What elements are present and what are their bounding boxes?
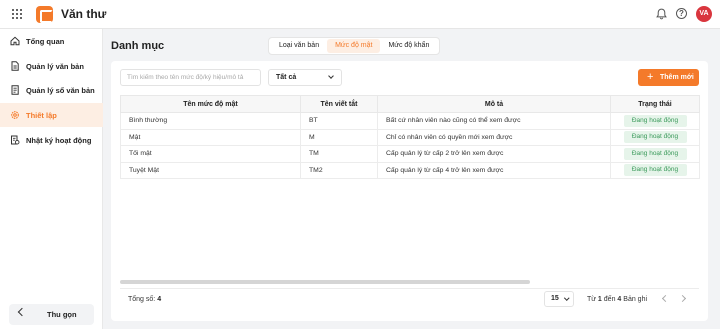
sidebar-item-quan-ly-van-ban[interactable]: Quản lý văn bản — [0, 54, 103, 78]
horizontal-scrollbar[interactable] — [120, 280, 530, 284]
cell-description: Chỉ có nhân viên có quyền mới xem được — [377, 128, 611, 146]
tab-muc-do-khan[interactable]: Mức độ khẩn — [380, 39, 437, 53]
cell-abbrev: TM2 — [300, 161, 378, 179]
sidebar-item-label: Thiết lập — [26, 110, 57, 120]
cell-description: Bất cứ nhân viên nào cũng có thể xem đượ… — [377, 112, 611, 130]
divider — [120, 288, 699, 289]
search-input[interactable] — [120, 69, 261, 86]
sidebar-item-tong-quan[interactable]: Tổng quan — [0, 29, 103, 53]
cell-description: Cấp quản lý từ cấp 4 trở lên xem được — [377, 161, 611, 179]
status-badge: Đang hoạt động — [623, 147, 687, 160]
next-page-icon[interactable] — [678, 294, 687, 303]
sidebar: Tổng quan Quản lý văn bản Quản lý sổ văn… — [0, 29, 103, 329]
chevron-left-icon — [17, 307, 27, 317]
status-badge: Đang hoạt động — [623, 164, 687, 177]
sidebar-item-thiet-lap[interactable]: Thiết lập — [0, 103, 103, 127]
avatar[interactable]: VA — [696, 6, 712, 22]
sidebar-item-nhat-ky-hoat-dong[interactable]: Nhật ký hoạt động — [0, 128, 103, 152]
apps-grid-icon[interactable] — [12, 9, 22, 19]
help-icon[interactable]: ? — [676, 8, 687, 19]
cell-abbrev: BT — [300, 112, 378, 130]
gear-icon — [11, 111, 19, 119]
sidebar-item-label: Tổng quan — [26, 36, 65, 46]
home-icon — [10, 36, 20, 46]
content-card: Tất cả + Thêm mới Tên mức độ mật Tên viế… — [111, 61, 708, 321]
cell-name: Tuyệt Mật — [120, 161, 301, 179]
sidebar-item-label: Quản lý sổ văn bản — [26, 85, 95, 95]
status-filter-select[interactable]: Tất cả — [268, 69, 342, 86]
document-icon — [11, 61, 19, 71]
table-header-row: Tên mức độ mật Tên viết tắt Mô tả Trạng … — [120, 95, 700, 113]
column-header: Mô tả — [377, 95, 611, 113]
collapse-sidebar-button[interactable]: Thu gọn — [9, 304, 94, 325]
page-size-select[interactable]: 15 — [544, 291, 574, 307]
app-title: Văn thư — [61, 7, 107, 21]
log-icon — [11, 135, 20, 145]
app-logo-icon — [36, 6, 53, 23]
total-count: Tổng số: 4 — [128, 296, 162, 303]
column-header: Tên viết tắt — [300, 95, 378, 113]
cell-description: Cấp quản lý từ cấp 2 trở lên xem được — [377, 145, 611, 163]
table-row[interactable]: Bình thường BT Bất cứ nhân viên nào cũng… — [120, 112, 700, 130]
chevron-down-icon — [563, 295, 569, 301]
table-row[interactable]: Tối mật TM Cấp quản lý từ cấp 2 trở lên … — [120, 145, 700, 163]
confidentiality-table: Tên mức độ mật Tên viết tắt Mô tả Trạng … — [120, 95, 700, 179]
sidebar-item-label: Nhật ký hoạt động — [26, 135, 92, 145]
sidebar-item-label: Quản lý văn bản — [26, 61, 84, 71]
cell-abbrev: TM — [300, 145, 378, 163]
column-header: Tên mức độ mật — [120, 95, 301, 113]
cell-name: Tối mật — [120, 145, 301, 163]
status-badge: Đang hoạt động — [623, 131, 687, 144]
column-header: Trạng thái — [610, 95, 700, 113]
record-range: Từ 1 đến 4 Bản ghi — [587, 296, 648, 303]
table-row[interactable]: Mật M Chỉ có nhân viên có quyền mới xem … — [120, 128, 700, 146]
plus-icon: + — [647, 71, 654, 83]
previous-page-icon[interactable] — [661, 294, 670, 303]
cell-name: Bình thường — [120, 112, 301, 130]
tab-muc-do-mat[interactable]: Mức độ mật — [327, 39, 381, 53]
add-new-button[interactable]: + Thêm mới — [638, 69, 699, 86]
sidebar-item-quan-ly-so-van-ban[interactable]: Quản lý sổ văn bản — [0, 78, 103, 102]
status-badge: Đang hoạt động — [623, 114, 687, 127]
cell-name: Mật — [120, 128, 301, 146]
top-bar: Văn thư ? VA — [0, 0, 720, 29]
table-row[interactable]: Tuyệt Mật TM2 Cấp quản lý từ cấp 4 trở l… — [120, 161, 700, 179]
tab-loai-van-ban[interactable]: Loại văn bản — [271, 39, 327, 53]
page-title: Danh mục — [111, 40, 165, 52]
cell-abbrev: M — [300, 128, 378, 146]
chevron-down-icon — [328, 73, 334, 79]
category-tabs: Loại văn bản Mức độ mật Mức độ khẩn — [268, 37, 441, 55]
bell-icon[interactable] — [656, 8, 667, 20]
book-icon — [11, 85, 19, 95]
